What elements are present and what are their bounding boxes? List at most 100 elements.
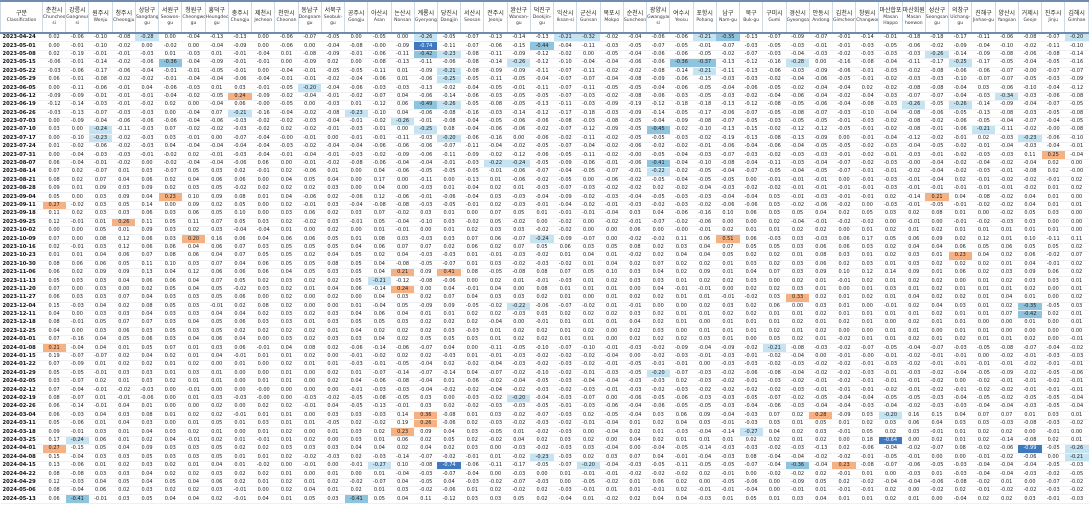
value-cell: 0.02 bbox=[832, 209, 856, 219]
value-cell: 0.00 bbox=[878, 469, 903, 479]
value-cell: -0.06 bbox=[809, 201, 833, 211]
value-cell: 0.10 bbox=[391, 461, 415, 471]
table-row: 2023-05-01 0.00 -0.01 -0.10 -0.02 0.00 -0.02 0.… bbox=[0, 41, 1089, 51]
value-cell: 0.02 bbox=[623, 327, 647, 337]
value-cell: -0.01 bbox=[948, 201, 972, 211]
value-cell: 0.00 bbox=[344, 184, 368, 194]
value-cell: 0.07 bbox=[716, 243, 740, 253]
value-cell: -0.03 bbox=[925, 394, 949, 404]
value-cell: -0.06 bbox=[112, 117, 136, 127]
value-cell: -0.02 bbox=[205, 125, 229, 135]
value-cell: 0.05 bbox=[205, 453, 229, 462]
value-cell: 0.08 bbox=[321, 260, 345, 269]
value-cell: -0.06 bbox=[739, 201, 763, 211]
value-cell: 0.03 bbox=[158, 318, 182, 328]
value-cell: -0.02 bbox=[507, 260, 531, 269]
value-cell: -0.02 bbox=[112, 58, 136, 68]
value-cell: 0.01 bbox=[298, 478, 322, 488]
value-cell: 0.03 bbox=[321, 444, 345, 454]
value-cell: 0.00 bbox=[391, 184, 415, 194]
value-cell: -0.04 bbox=[600, 377, 624, 387]
value-cell: -0.03 bbox=[739, 75, 763, 85]
value-cell: -0.04 bbox=[971, 41, 996, 51]
value-cell: -0.02 bbox=[971, 478, 996, 488]
value-cell: 0.06 bbox=[65, 260, 89, 269]
row-date: 2024-04-29 bbox=[0, 478, 43, 488]
value-cell: 0.03 bbox=[42, 125, 66, 135]
value-cell: 0.06 bbox=[205, 176, 229, 186]
value-cell: 0.07 bbox=[205, 260, 229, 269]
value-cell: -0.05 bbox=[925, 100, 949, 110]
value-cell: 0.02 bbox=[995, 427, 1019, 437]
value-cell: 0.00 bbox=[600, 394, 624, 404]
value-cell: 0.00 bbox=[1041, 285, 1065, 295]
value-cell: 0.00 bbox=[623, 444, 647, 454]
value-cell: -0.04 bbox=[181, 117, 206, 127]
value-cell: 0.07 bbox=[367, 209, 392, 219]
value-cell: 0.02 bbox=[576, 411, 601, 420]
value-cell: 0.02 bbox=[809, 436, 833, 446]
value-cell: -0.02 bbox=[158, 150, 182, 160]
value-cell: 0.03 bbox=[1041, 411, 1065, 420]
value-cell: 0.03 bbox=[483, 226, 508, 236]
value-cell: 0.02 bbox=[414, 436, 438, 446]
value-cell: 0.11 bbox=[135, 260, 159, 269]
row-date: 2023-05-22 bbox=[0, 67, 43, 76]
value-cell: -0.08 bbox=[553, 117, 577, 127]
value-cell: 0.02 bbox=[158, 377, 182, 387]
value-cell: -0.04 bbox=[646, 444, 670, 454]
value-cell: 0.01 bbox=[274, 50, 299, 60]
value-cell: -0.08 bbox=[367, 394, 392, 404]
value-cell: 0.02 bbox=[274, 402, 299, 412]
value-cell: -0.00 bbox=[669, 226, 694, 236]
value-cell: 0.01 bbox=[344, 302, 368, 311]
value-cell: -0.06 bbox=[971, 67, 996, 76]
value-cell: -0.01 bbox=[228, 486, 252, 496]
value-cell: 0.24 bbox=[228, 92, 252, 102]
value-cell: -0.01 bbox=[669, 285, 694, 295]
value-cell: -0.02 bbox=[995, 385, 1019, 395]
value-cell: -0.05 bbox=[809, 142, 833, 152]
value-cell: 0.02 bbox=[786, 411, 810, 420]
value-cell: 0.02 bbox=[112, 302, 136, 311]
value-cell: -0.02 bbox=[530, 176, 554, 186]
value-cell: -0.02 bbox=[112, 142, 136, 152]
value-cell: 0.01 bbox=[321, 469, 345, 479]
value-cell: 0.01 bbox=[762, 494, 786, 504]
value-cell: 0.06 bbox=[251, 268, 275, 278]
value-cell: 0.09 bbox=[42, 427, 66, 437]
value-cell: -0.01 bbox=[483, 167, 508, 177]
column-header: 여수시 Yeosu bbox=[669, 0, 694, 34]
value-cell: -0.07 bbox=[553, 184, 577, 194]
value-cell: 0.02 bbox=[321, 209, 345, 219]
value-cell: -0.12 bbox=[1064, 83, 1089, 93]
value-cell: 0.06 bbox=[391, 100, 415, 110]
value-cell: 0.00 bbox=[65, 125, 89, 135]
value-cell: 0.03 bbox=[809, 427, 833, 437]
value-cell: 0.01 bbox=[205, 369, 229, 379]
value-cell: 0.02 bbox=[878, 226, 903, 236]
value-cell: 0.02 bbox=[112, 461, 136, 471]
value-cell: -0.02 bbox=[948, 150, 972, 160]
value-cell: 0.23 bbox=[948, 251, 972, 261]
row-date: 2023-10-02 bbox=[0, 226, 43, 236]
row-date: 2024-04-08 bbox=[0, 453, 43, 462]
value-cell: -0.08 bbox=[460, 50, 484, 60]
value-cell: -0.02 bbox=[646, 142, 670, 152]
table-row: 2024-02-19 0.08 -0.07 0.01 -0.01 -0.06 0.00 0.0… bbox=[0, 394, 1089, 404]
value-cell: 0.06 bbox=[88, 486, 113, 496]
value-cell: -0.02 bbox=[902, 444, 926, 454]
column-header: 공주시 Gongju bbox=[344, 0, 369, 34]
row-date: 2024-03-04 bbox=[0, 411, 43, 420]
value-cell: -0.03 bbox=[669, 92, 694, 102]
value-cell: -0.08 bbox=[925, 83, 949, 93]
value-cell: -0.02 bbox=[878, 117, 903, 127]
value-cell: 0.08 bbox=[739, 453, 763, 462]
value-cell: -0.02 bbox=[669, 142, 694, 152]
value-cell: 0.00 bbox=[948, 377, 972, 387]
value-cell: 0.13 bbox=[135, 268, 159, 278]
value-cell: 0.05 bbox=[344, 318, 368, 328]
value-cell: 0.21 bbox=[391, 268, 415, 278]
value-cell: -0.01 bbox=[367, 134, 392, 144]
value-cell: -0.01 bbox=[1041, 385, 1065, 395]
